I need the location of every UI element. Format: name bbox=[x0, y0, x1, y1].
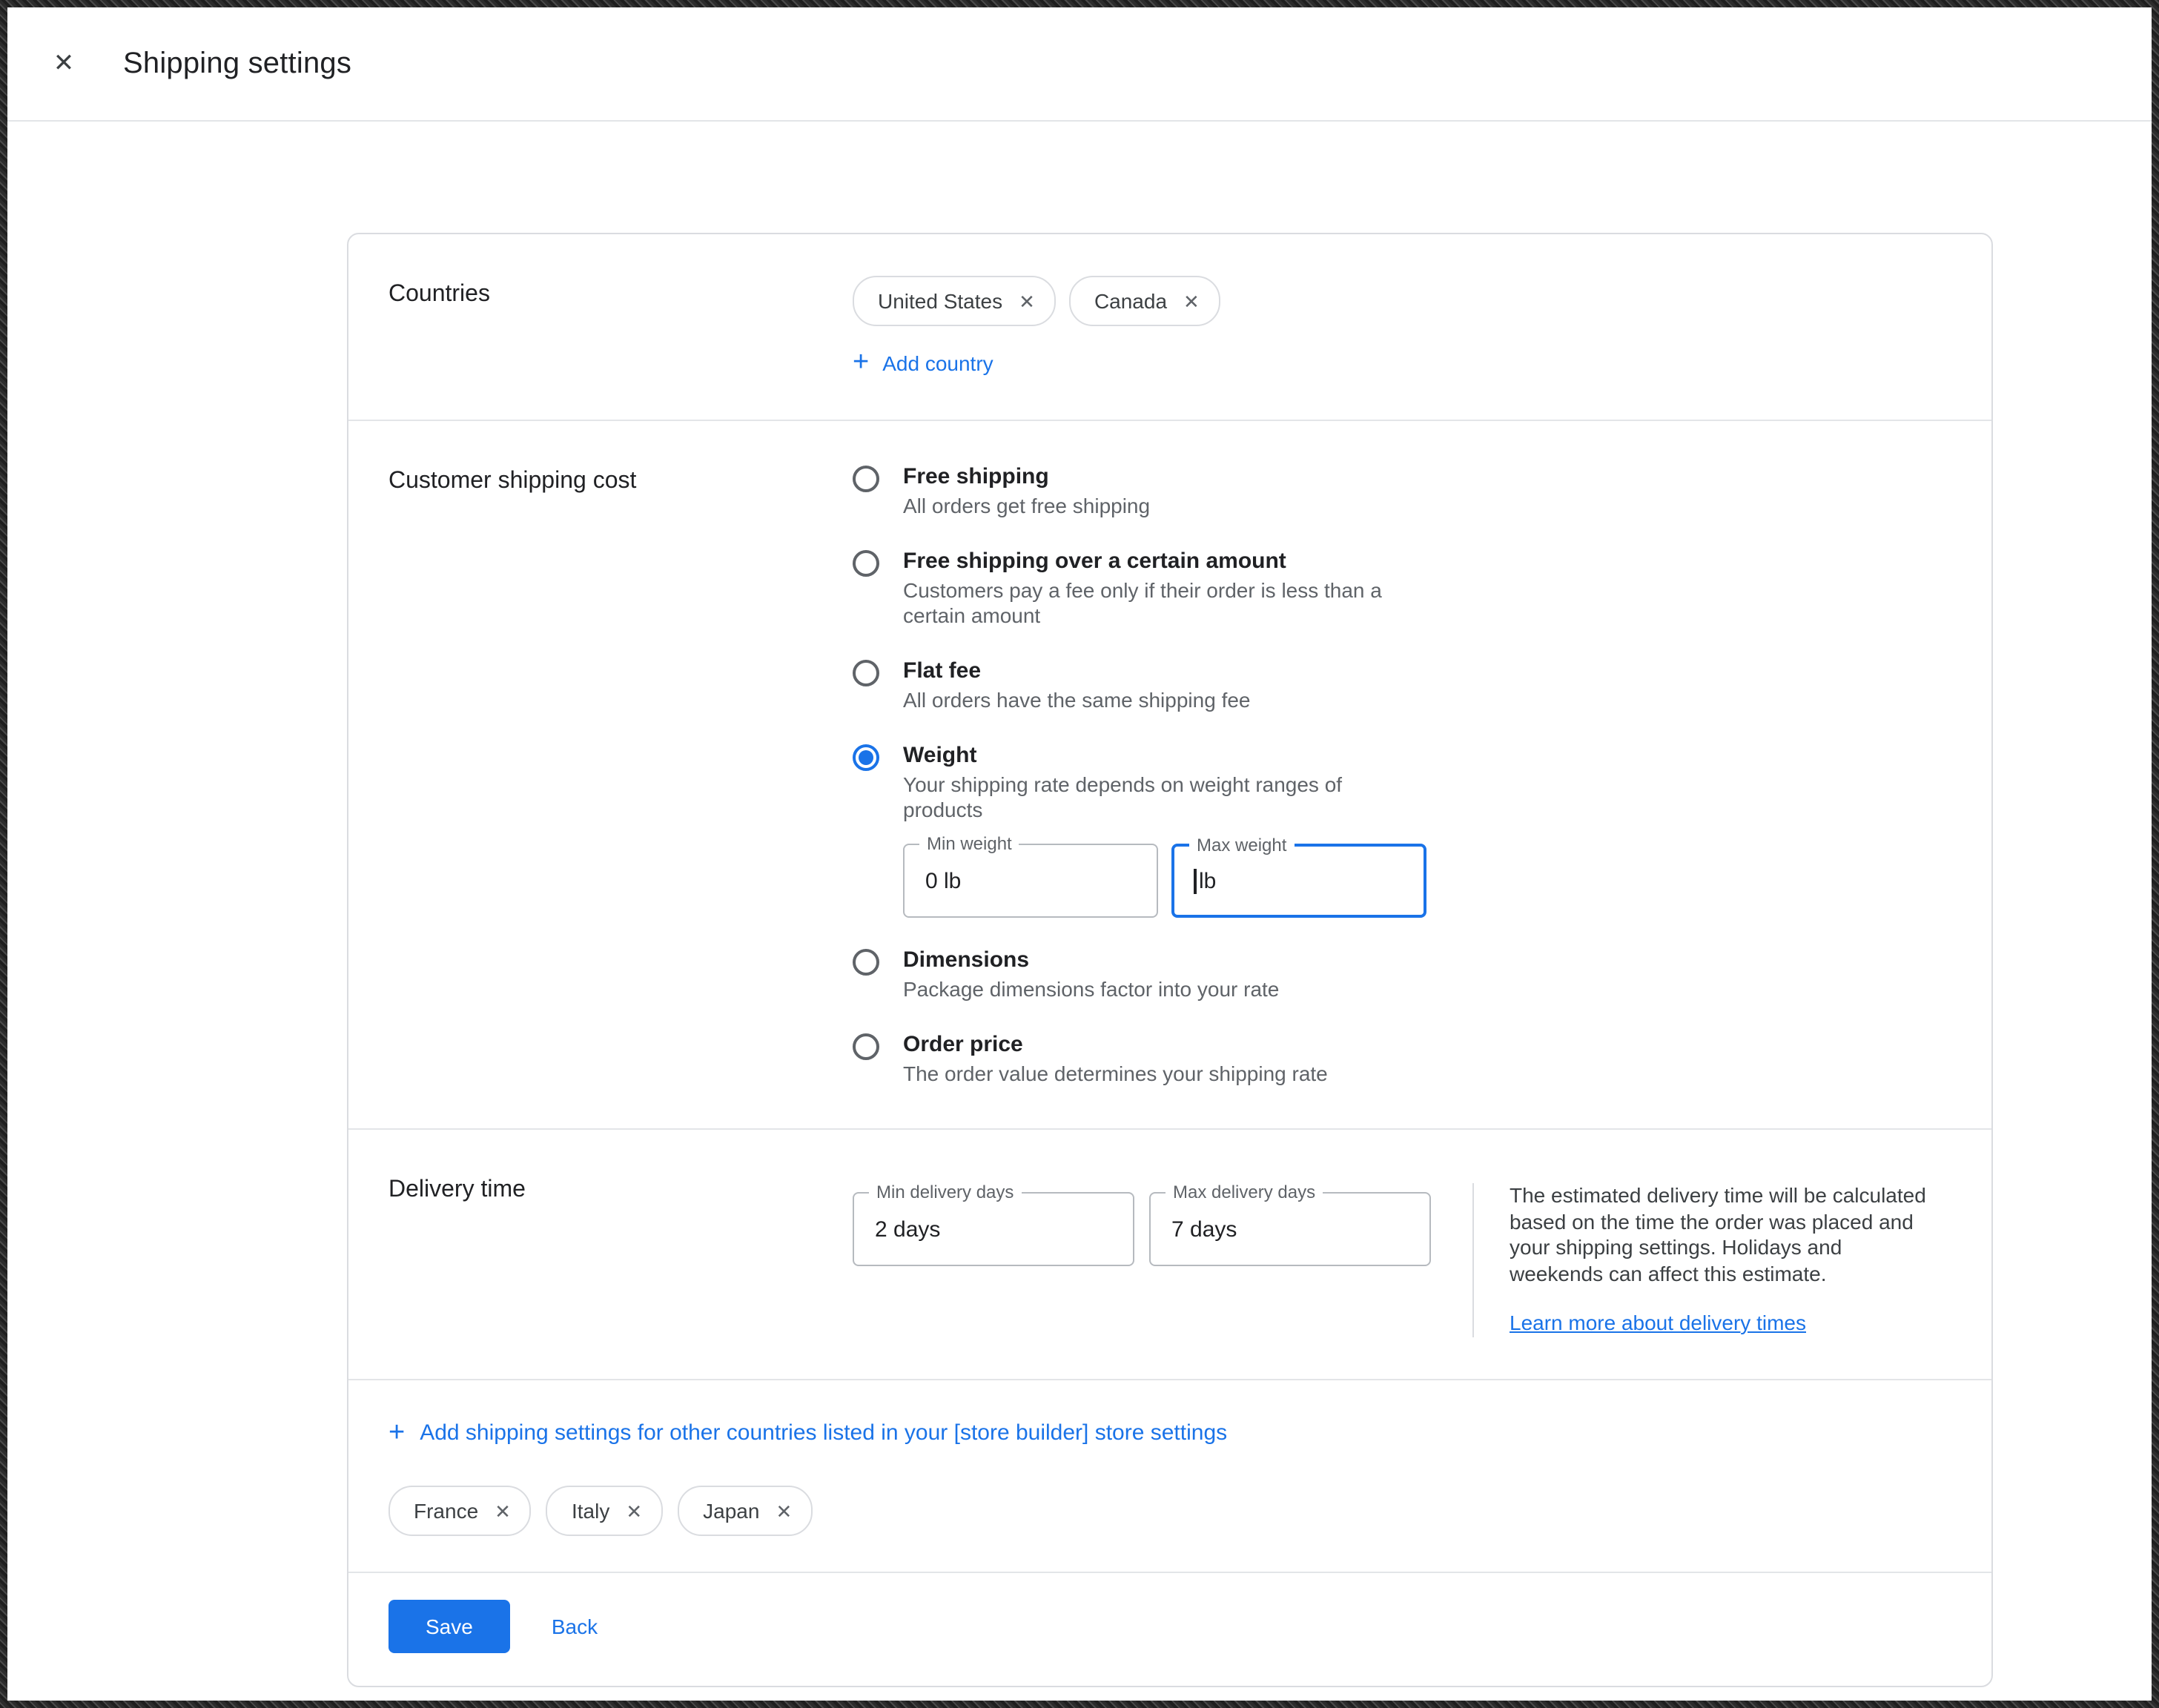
option-text: Dimensions Package dimensions factor int… bbox=[903, 946, 1279, 1002]
chip-label: Japan bbox=[703, 1499, 759, 1523]
countries-label: Countries bbox=[389, 276, 853, 378]
country-chip-japan: Japan ✕ bbox=[678, 1486, 813, 1536]
option-title: Flat fee bbox=[903, 657, 1251, 685]
delivery-info: The estimated delivery time will be calc… bbox=[1510, 1171, 1932, 1337]
min-weight-input[interactable]: Min weight 0 lb bbox=[903, 844, 1158, 918]
max-delivery-days-value: 7 days bbox=[1171, 1217, 1237, 1242]
country-chip-italy: Italy ✕ bbox=[546, 1486, 663, 1536]
chip-label: France bbox=[414, 1499, 478, 1523]
text-caret bbox=[1194, 868, 1196, 893]
option-desc: The order value determines your shipping… bbox=[903, 1062, 1328, 1087]
delivery-time-label: Delivery time bbox=[389, 1171, 853, 1337]
radio-icon[interactable] bbox=[853, 466, 879, 492]
other-country-chip-row: France ✕ Italy ✕ Japan ✕ bbox=[389, 1486, 1951, 1536]
add-country-button[interactable]: + Add country bbox=[853, 348, 993, 377]
back-button[interactable]: Back bbox=[552, 1615, 598, 1638]
add-country-label: Add country bbox=[882, 351, 993, 374]
radio-option-order-price[interactable]: Order price The order value determines y… bbox=[853, 1030, 1426, 1087]
option-desc: All orders have the same shipping fee bbox=[903, 688, 1251, 713]
remove-chip-icon[interactable]: ✕ bbox=[776, 1501, 792, 1520]
chip-label: Canada bbox=[1094, 289, 1167, 313]
option-desc: Customers pay a fee only if their order … bbox=[903, 578, 1422, 629]
radio-option-weight[interactable]: Weight Your shipping rate depends on wei… bbox=[853, 741, 1426, 918]
option-text: Weight Your shipping rate depends on wei… bbox=[903, 741, 1426, 918]
option-title: Weight bbox=[903, 741, 1426, 769]
footer-actions: Save Back bbox=[348, 1572, 1991, 1686]
max-delivery-days-label: Max delivery days bbox=[1166, 1182, 1323, 1204]
countries-content: United States ✕ Canada ✕ + Add country bbox=[853, 276, 1220, 378]
option-text: Flat fee All orders have the same shippi… bbox=[903, 657, 1251, 713]
country-chip-row: United States ✕ Canada ✕ bbox=[853, 276, 1220, 326]
delivery-info-text: The estimated delivery time will be calc… bbox=[1510, 1183, 1932, 1287]
option-title: Dimensions bbox=[903, 946, 1279, 974]
option-text: Order price The order value determines y… bbox=[903, 1030, 1328, 1087]
max-delivery-days-input[interactable]: Max delivery days 7 days bbox=[1149, 1192, 1431, 1266]
option-title: Free shipping over a certain amount bbox=[903, 547, 1422, 575]
radio-icon[interactable] bbox=[853, 949, 879, 976]
min-weight-value: 0 lb bbox=[925, 868, 961, 893]
radio-option-free-shipping[interactable]: Free shipping All orders get free shippi… bbox=[853, 463, 1426, 519]
country-chip-canada: Canada ✕ bbox=[1069, 276, 1220, 326]
add-other-countries-label: Add shipping settings for other countrie… bbox=[420, 1420, 1227, 1446]
close-button[interactable]: ✕ bbox=[46, 46, 82, 82]
delivery-times-link[interactable]: Learn more about delivery times bbox=[1510, 1311, 1806, 1334]
countries-section: Countries United States ✕ Canada ✕ bbox=[348, 234, 1991, 420]
radio-icon[interactable] bbox=[853, 550, 879, 577]
min-delivery-days-value: 2 days bbox=[875, 1217, 940, 1242]
option-text: Free shipping over a certain amount Cust… bbox=[903, 547, 1422, 629]
save-button[interactable]: Save bbox=[389, 1600, 510, 1653]
country-chip-united-states: United States ✕ bbox=[853, 276, 1056, 326]
country-chip-france: France ✕ bbox=[389, 1486, 532, 1536]
close-icon: ✕ bbox=[53, 49, 75, 79]
chip-label: Italy bbox=[572, 1499, 609, 1523]
option-text: Free shipping All orders get free shippi… bbox=[903, 463, 1150, 519]
max-weight-input[interactable]: Max weight lb bbox=[1171, 844, 1426, 918]
plus-icon: + bbox=[389, 1419, 405, 1447]
radio-option-free-over-amount[interactable]: Free shipping over a certain amount Cust… bbox=[853, 547, 1426, 629]
option-title: Order price bbox=[903, 1030, 1328, 1059]
screen: ✕ Shipping settings Countries United Sta… bbox=[0, 0, 2159, 1708]
delivery-time-section: Delivery time Min delivery days 2 days M… bbox=[348, 1128, 1991, 1379]
vertical-divider bbox=[1472, 1183, 1474, 1337]
shipping-cost-label: Customer shipping cost bbox=[389, 463, 853, 1087]
shipping-cost-options: Free shipping All orders get free shippi… bbox=[853, 463, 1426, 1087]
max-weight-label: Max weight bbox=[1189, 835, 1294, 857]
option-desc: All orders get free shipping bbox=[903, 494, 1150, 519]
option-desc: Package dimensions factor into your rate bbox=[903, 977, 1279, 1002]
header-bar: ✕ Shipping settings bbox=[7, 7, 2152, 122]
remove-chip-icon[interactable]: ✕ bbox=[626, 1501, 642, 1520]
radio-icon[interactable] bbox=[853, 1033, 879, 1060]
shipping-cost-section: Customer shipping cost Free shipping All… bbox=[348, 420, 1991, 1128]
remove-chip-icon[interactable]: ✕ bbox=[495, 1501, 511, 1520]
min-weight-label: Min weight bbox=[919, 833, 1019, 855]
chip-label: United States bbox=[878, 289, 1002, 313]
page-title: Shipping settings bbox=[123, 47, 351, 81]
radio-icon-selected[interactable] bbox=[853, 744, 879, 771]
screenshot-border: ✕ Shipping settings Countries United Sta… bbox=[0, 0, 2159, 1708]
other-countries-section: + Add shipping settings for other countr… bbox=[348, 1379, 1991, 1572]
shipping-settings-dialog: ✕ Shipping settings Countries United Sta… bbox=[7, 7, 2152, 1701]
weight-fields: Min weight 0 lb Max weight lb bbox=[903, 844, 1426, 918]
settings-card: Countries United States ✕ Canada ✕ bbox=[347, 233, 1993, 1687]
add-other-countries-button[interactable]: + Add shipping settings for other countr… bbox=[389, 1419, 1227, 1447]
delivery-fields: Min delivery days 2 days Max delivery da… bbox=[853, 1171, 1431, 1337]
remove-chip-icon[interactable]: ✕ bbox=[1183, 291, 1200, 311]
min-delivery-days-label: Min delivery days bbox=[869, 1182, 1021, 1204]
option-title: Free shipping bbox=[903, 463, 1150, 491]
option-desc: Your shipping rate depends on weight ran… bbox=[903, 772, 1422, 823]
max-weight-value: lb bbox=[1199, 868, 1216, 893]
remove-chip-icon[interactable]: ✕ bbox=[1019, 291, 1035, 311]
plus-icon: + bbox=[853, 348, 869, 377]
delivery-content: Min delivery days 2 days Max delivery da… bbox=[853, 1171, 1932, 1337]
radio-option-dimensions[interactable]: Dimensions Package dimensions factor int… bbox=[853, 946, 1426, 1002]
radio-option-flat-fee[interactable]: Flat fee All orders have the same shippi… bbox=[853, 657, 1426, 713]
min-delivery-days-input[interactable]: Min delivery days 2 days bbox=[853, 1192, 1134, 1266]
radio-icon[interactable] bbox=[853, 660, 879, 686]
